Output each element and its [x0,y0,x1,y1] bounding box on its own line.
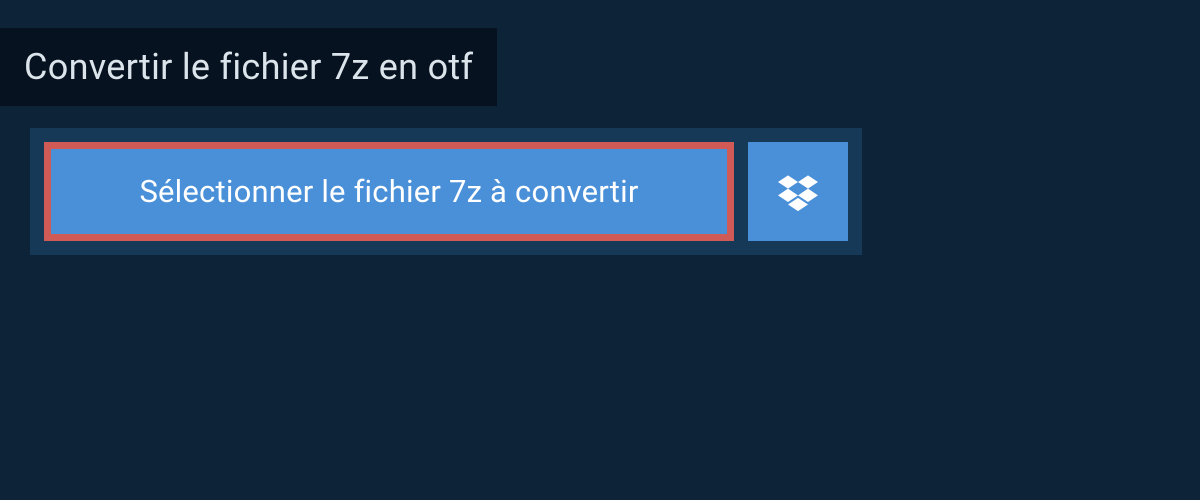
upload-panel: Sélectionner le fichier 7z à convertir [30,128,862,255]
dropbox-icon [778,172,818,212]
page-title: Convertir le fichier 7z en otf [24,46,473,88]
select-file-button-label: Sélectionner le fichier 7z à convertir [139,173,638,210]
page-header: Convertir le fichier 7z en otf [0,28,497,106]
dropbox-button[interactable] [748,142,848,241]
select-file-button[interactable]: Sélectionner le fichier 7z à convertir [44,142,734,241]
